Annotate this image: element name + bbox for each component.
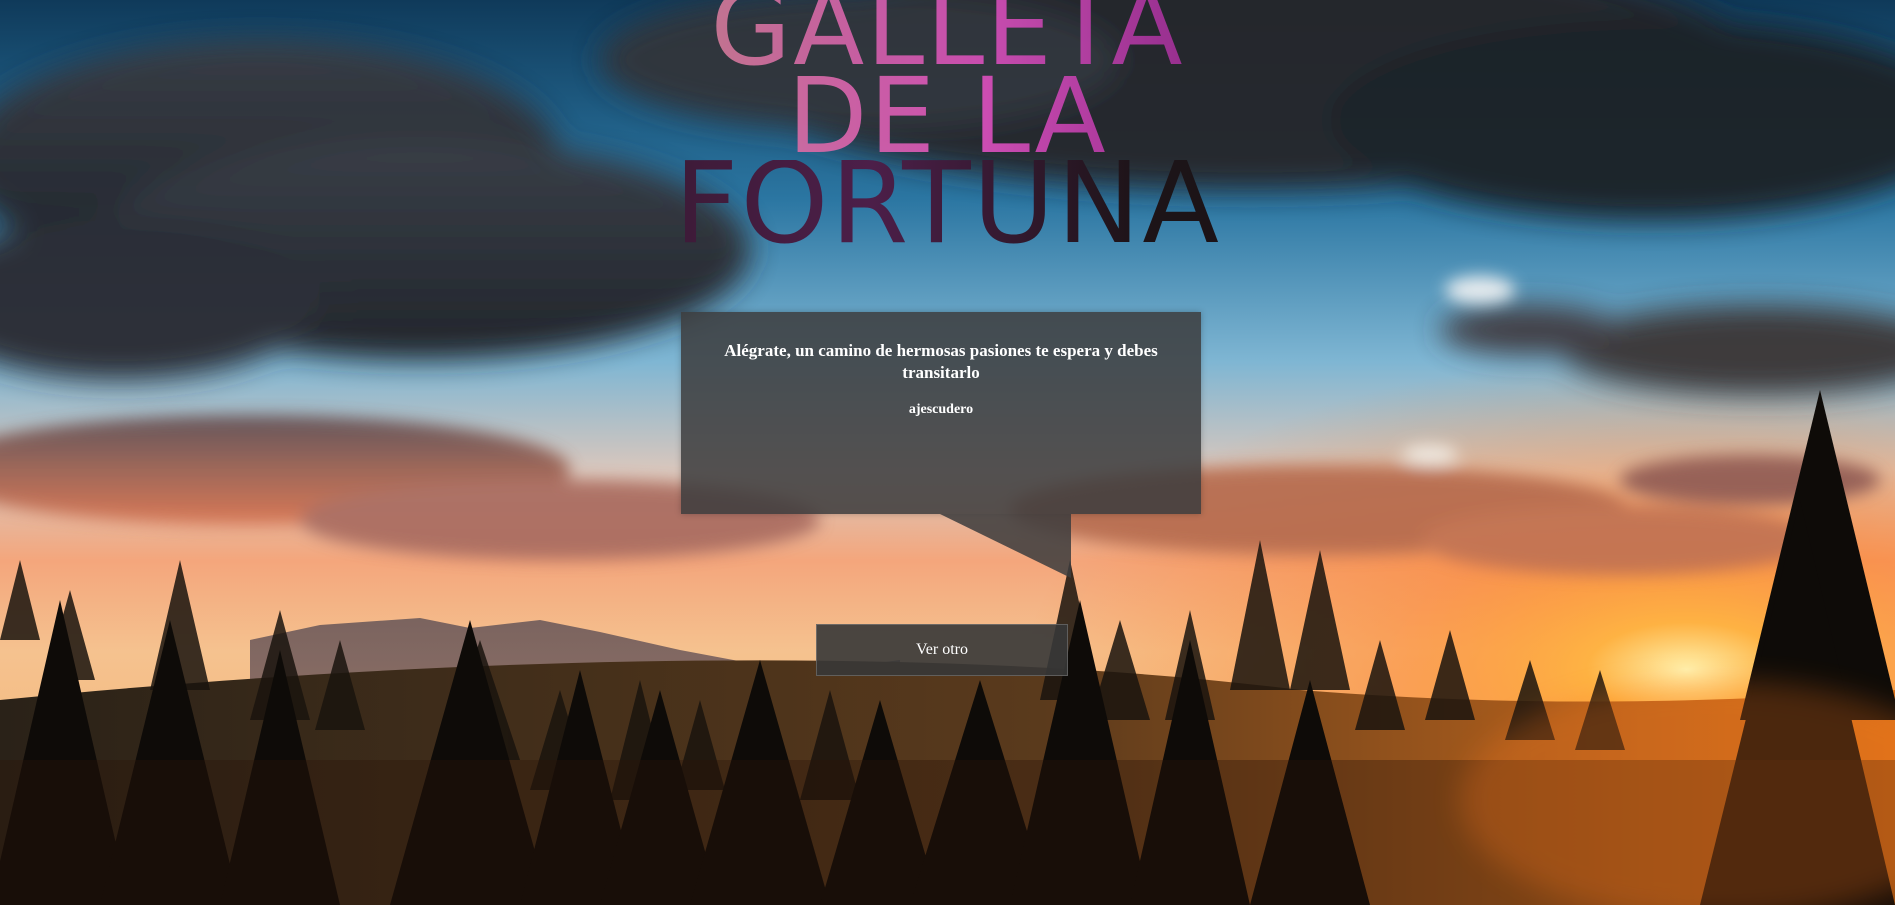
ver-otro-button[interactable]: Ver otro: [816, 624, 1068, 676]
fortune-text: Alégrate, un camino de hermosas pasiones…: [724, 341, 1158, 382]
speech-tail: [940, 514, 1071, 578]
page-title: GALLETA DE LA FORTUNA: [0, 0, 1895, 260]
title-line-2: DE LA: [0, 64, 1895, 168]
fortune-author: ajescudero: [908, 402, 974, 417]
fortune-bubble: Alégrate, un camino de hermosas pasiones…: [681, 312, 1201, 514]
